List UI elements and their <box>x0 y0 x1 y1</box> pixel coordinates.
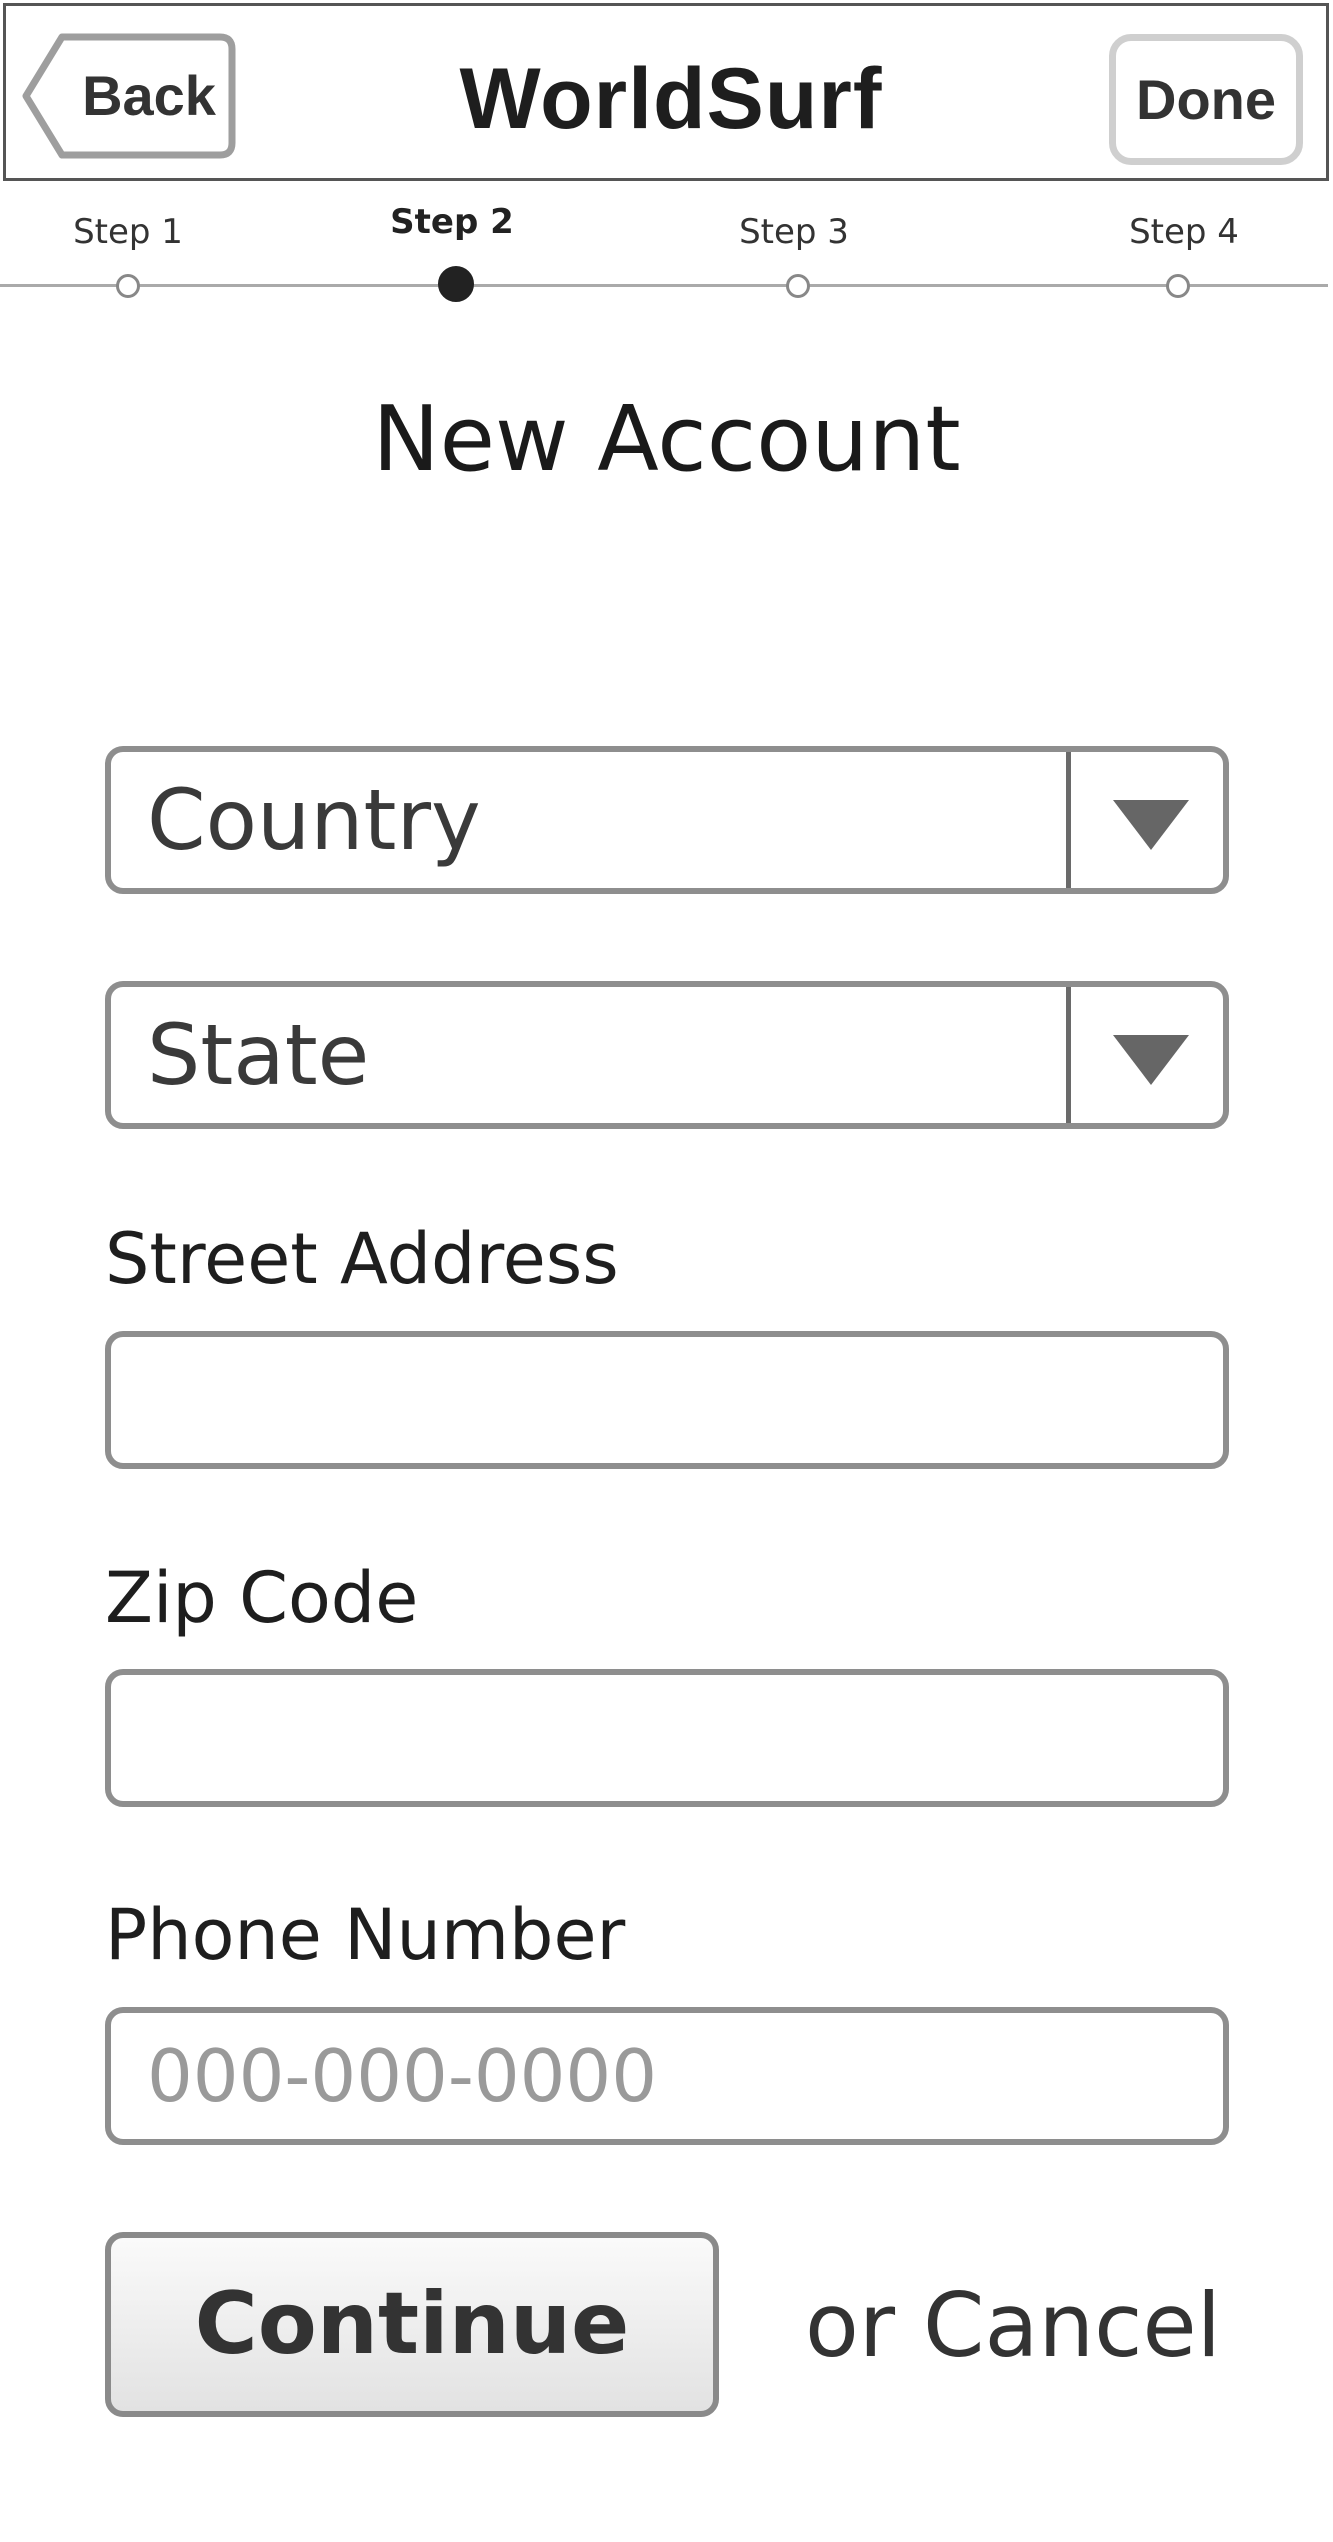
country-select[interactable]: Country <box>105 746 1229 894</box>
state-select-value: State <box>147 1006 370 1104</box>
done-button[interactable]: Done <box>1109 34 1303 165</box>
back-button[interactable]: Back <box>22 33 236 159</box>
state-select[interactable]: State <box>105 981 1229 1129</box>
step-1-label: Step 1 <box>73 212 183 252</box>
app-header: Back WorldSurf Done <box>3 3 1329 181</box>
step-2-label: Step 2 <box>390 202 514 242</box>
step-4-indicator <box>1166 274 1190 298</box>
select-divider <box>1066 987 1071 1123</box>
street-address-input[interactable] <box>105 1331 1229 1469</box>
step-1-indicator <box>116 274 140 298</box>
step-2-indicator <box>438 266 474 302</box>
app-title: WorldSurf <box>459 51 883 147</box>
phone-number-input[interactable] <box>105 2007 1229 2145</box>
stepper-line <box>0 284 1328 287</box>
zip-code-input[interactable] <box>105 1669 1229 1807</box>
zip-code-label: Zip Code <box>105 1557 419 1639</box>
page-title: New Account <box>372 387 961 492</box>
back-label: Back <box>82 64 216 127</box>
continue-button[interactable]: Continue <box>105 2232 719 2417</box>
step-4-label: Step 4 <box>1129 212 1239 252</box>
country-select-value: Country <box>147 771 481 869</box>
triangle-down-icon[interactable] <box>1111 798 1191 852</box>
step-3-label: Step 3 <box>739 212 849 252</box>
triangle-down-icon[interactable] <box>1111 1033 1191 1087</box>
step-3-indicator <box>786 274 810 298</box>
cancel-link[interactable]: or Cancel <box>805 2266 1221 2386</box>
select-divider <box>1066 752 1071 888</box>
street-address-label: Street Address <box>105 1218 619 1300</box>
phone-number-label: Phone Number <box>105 1894 626 1976</box>
progress-stepper: Step 1 Step 2 Step 3 Step 4 <box>0 200 1333 310</box>
